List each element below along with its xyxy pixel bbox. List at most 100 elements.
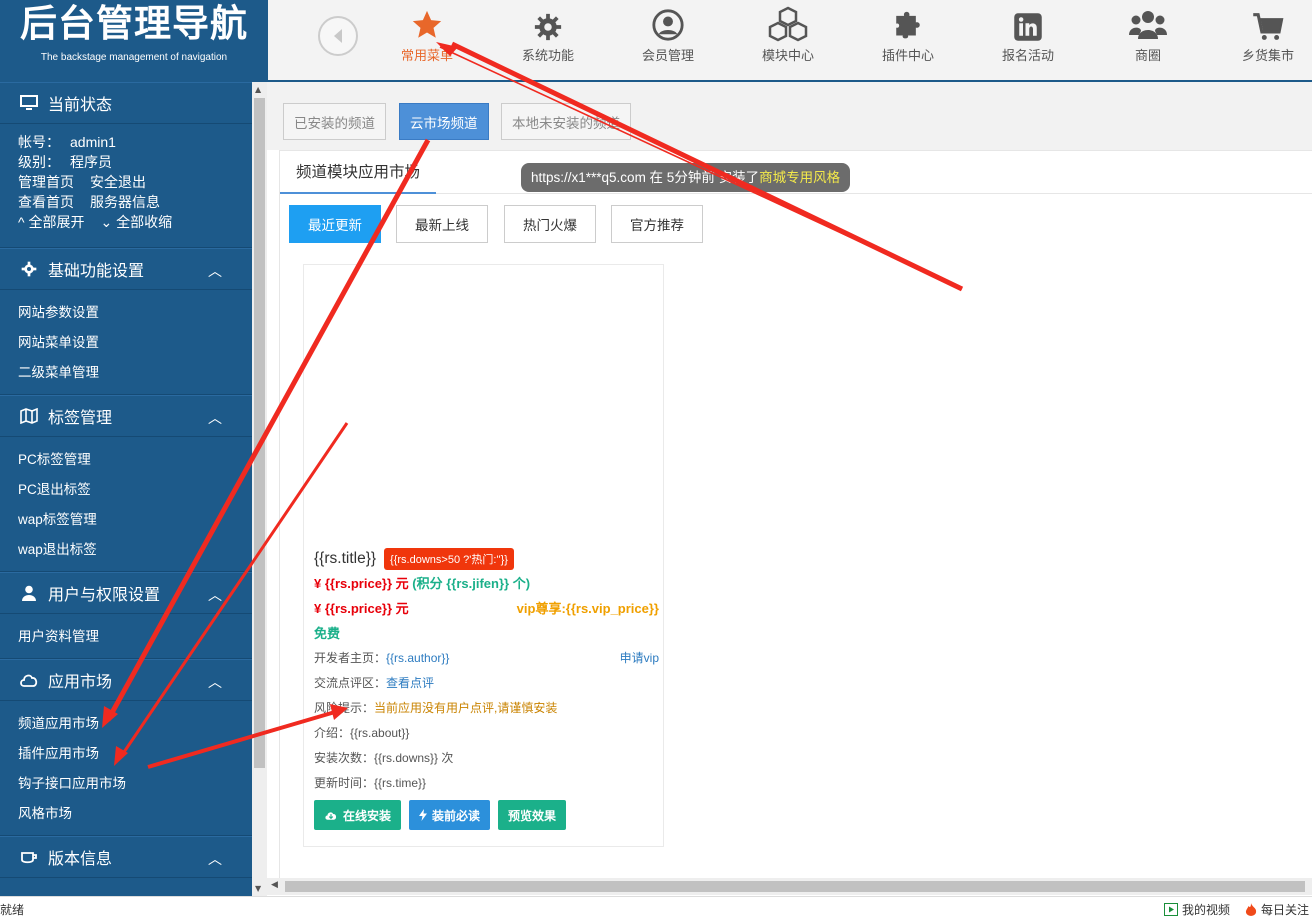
app-price: ¥ {{rs.price}} 元 — [314, 576, 409, 591]
scroll-left-icon[interactable]: ◀ — [271, 880, 278, 890]
section-title: 应用市场 — [48, 674, 113, 691]
sidebar-section-basic[interactable]: 基础功能设置 ︿ — [0, 248, 252, 290]
chevron-up-icon: ^ — [18, 214, 25, 230]
logo: 后台管理导航 The backstage management of navig… — [0, 0, 268, 82]
sidebar-item-wap-exit-tags[interactable]: wap退出标签 — [18, 535, 252, 565]
chevron-up-icon: ︿ — [208, 587, 222, 603]
view-comments-link[interactable]: 查看点评 — [386, 676, 434, 690]
sidebar-item-site-params[interactable]: 网站参数设置 — [18, 298, 252, 328]
sidebar-item-style-market[interactable]: 风格市场 — [18, 799, 252, 829]
install-online-button[interactable]: 在线安装 — [314, 800, 402, 830]
filter-newest-online[interactable]: 最新上线 — [396, 205, 488, 243]
sidebar-item-wap-tags[interactable]: wap标签管理 — [18, 505, 252, 535]
tab-local-uninstalled-channels[interactable]: 本地未安装的频道 — [501, 103, 631, 140]
admin-home-link[interactable]: 管理首页 — [18, 174, 74, 190]
read-before-install-button[interactable]: 装前必读 — [409, 800, 491, 830]
app-card: {{rs.title}} {{rs.downs>50 ?'热门:''}} ¥ {{… — [303, 264, 664, 847]
sidebar-status-title: 当前状态 — [48, 97, 113, 114]
sidebar-section-tags[interactable]: 标签管理 ︿ — [0, 395, 252, 437]
expand-all-label: 全部展开 — [28, 214, 85, 230]
filter-official-recommend[interactable]: 官方推荐 — [611, 205, 703, 243]
logout-link[interactable]: 安全退出 — [90, 174, 146, 190]
view-home-link[interactable]: 查看首页 — [18, 194, 74, 210]
sidebar-item-pc-exit-tags[interactable]: PC退出标签 — [18, 475, 252, 505]
nav-plugins[interactable]: 插件中心 — [848, 0, 968, 80]
tab-cloud-market-channels[interactable]: 云市场频道 — [399, 103, 489, 140]
apply-vip-link[interactable]: 申请vip — [620, 646, 659, 671]
logo-subtitle: The backstage management of navigation — [40, 52, 228, 63]
nav-label: 模块中心 — [761, 48, 814, 63]
level-label: 级别： — [18, 154, 60, 170]
sidebar-item-user-profile[interactable]: 用户资料管理 — [18, 622, 252, 652]
section-title: 标签管理 — [48, 410, 113, 427]
sidebar-item-hook-market[interactable]: 钩子接口应用市场 — [18, 769, 252, 799]
scroll-up-icon[interactable]: ▲ — [255, 85, 261, 94]
scroll-down-icon[interactable]: ▼ — [255, 884, 261, 893]
install-notice-toast: https://x1***q5.com 在 5分钟前 安装了商城专用风格 — [521, 163, 851, 192]
sidebar-item-plugin-market[interactable]: 插件应用市场 — [18, 739, 252, 769]
app-title: {{rs.title}} — [314, 550, 377, 567]
linkedin-icon — [1014, 13, 1042, 41]
filter-latest-update[interactable]: 最近更新 — [289, 205, 381, 243]
chevron-up-icon: ︿ — [208, 851, 222, 867]
sidebar-status-header[interactable]: 当前状态 — [0, 82, 252, 124]
sidebar-section-users[interactable]: 用户与权限设置 ︿ — [0, 572, 252, 614]
sidebar-item-channel-market[interactable]: 频道应用市场 — [18, 709, 252, 739]
nav-common-menu[interactable]: 常用菜单 — [367, 0, 487, 80]
nav-modules[interactable]: 模块中心 — [728, 0, 848, 80]
notice-text: https://x1***q5.com 在 5分钟前 安装了 — [531, 170, 760, 185]
cloud-icon — [20, 674, 38, 687]
hot-badge: {{rs.downs>50 ?'热门:''}} — [384, 548, 514, 570]
nav-label: 乡货集市 — [1241, 48, 1294, 63]
comment-label: 交流点评区： — [314, 676, 387, 690]
cloud-download-icon — [325, 811, 337, 820]
nav-system[interactable]: 系统功能 — [488, 0, 608, 80]
dev-link[interactable]: {{rs.author}} — [386, 651, 449, 665]
risk-label: 风险提示： — [314, 701, 375, 715]
puzzle-icon — [896, 11, 920, 39]
logo-title: 后台管理导航 — [20, 2, 248, 45]
users-icon — [1129, 11, 1167, 39]
user-circle-icon — [652, 9, 684, 41]
horizontal-scrollbar[interactable]: ◀ — [267, 878, 1312, 895]
nav-label: 插件中心 — [881, 48, 934, 63]
main-content: 已安装的频道 云市场频道 本地未安装的频道 频道模块应用市场 https://x… — [267, 82, 1312, 882]
nav-members[interactable]: 会员管理 — [608, 0, 728, 80]
sidebar-section-app-market[interactable]: 应用市场 ︿ — [0, 659, 252, 701]
monitor-icon — [20, 95, 38, 110]
my-video-link[interactable]: 我的视频 — [1164, 901, 1230, 918]
app-price-2: ¥ {{rs.price}} 元 — [314, 601, 409, 616]
preview-button[interactable]: 预览效果 — [498, 800, 567, 830]
time-value: {{rs.time}} — [374, 776, 427, 790]
collapse-all-link[interactable]: ⌄ 全部收缩 — [100, 214, 172, 230]
section-tags-list: PC标签管理 PC退出标签 wap标签管理 wap退出标签 — [0, 437, 252, 572]
server-info-link[interactable]: 服务器信息 — [90, 194, 160, 210]
nav-label: 报名活动 — [1001, 48, 1054, 63]
account-label: 帐号： — [18, 134, 60, 150]
bolt-icon — [419, 809, 428, 821]
sidebar-item-pc-tags[interactable]: PC标签管理 — [18, 445, 252, 475]
filter-hot[interactable]: 热门火爆 — [504, 205, 596, 243]
section-basic-list: 网站参数设置 网站菜单设置 二级菜单管理 — [0, 290, 252, 395]
expand-all-link[interactable]: ^ 全部展开 — [18, 214, 84, 230]
hscrollbar-thumb[interactable] — [285, 881, 1305, 892]
sidebar-item-site-menu[interactable]: 网站菜单设置 — [18, 328, 252, 358]
cubes-icon — [768, 6, 808, 42]
top-header: 后台管理导航 The backstage management of navig… — [0, 0, 1312, 82]
daily-follow-link[interactable]: 每日关注 — [1245, 901, 1309, 918]
sidebar-section-version[interactable]: 版本信息 ︿ — [0, 836, 252, 878]
nav-signup-activity[interactable]: 报名活动 — [968, 0, 1088, 80]
nav-country-market[interactable]: 乡货集市 — [1208, 0, 1312, 80]
sidebar-item-submenu[interactable]: 二级菜单管理 — [18, 358, 252, 388]
scrollbar-thumb[interactable] — [254, 98, 265, 768]
flame-icon — [1245, 902, 1257, 916]
collapse-all-label: 全部收缩 — [116, 214, 173, 230]
star-icon — [412, 10, 442, 38]
about-value: {{rs.about}} — [350, 726, 410, 740]
play-icon — [1164, 903, 1178, 916]
vertical-scrollbar[interactable]: ▲ ▼ — [252, 82, 267, 896]
tab-installed-channels[interactable]: 已安装的频道 — [283, 103, 386, 140]
nav-business-circle[interactable]: 商圈 — [1088, 0, 1208, 80]
chevron-up-icon: ︿ — [208, 263, 222, 279]
back-arrow-button[interactable] — [318, 16, 358, 56]
